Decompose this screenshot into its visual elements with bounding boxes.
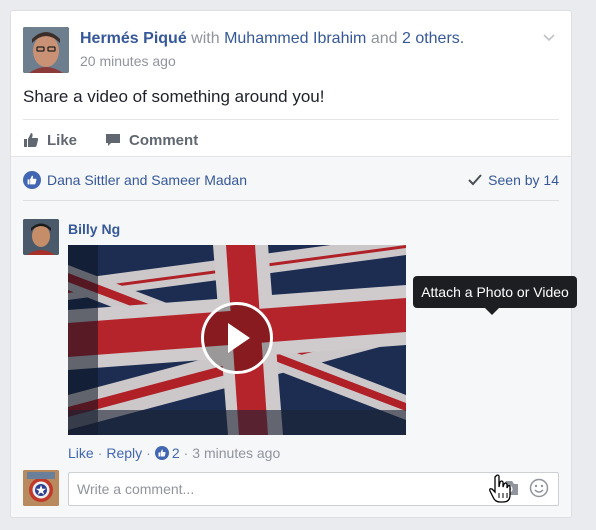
like-count-icon (154, 446, 169, 460)
comment-reply-link[interactable]: Reply (106, 445, 142, 461)
like-label: Like (47, 131, 78, 149)
comment-like-count[interactable]: 2 (172, 445, 180, 461)
commenter-avatar[interactable] (23, 219, 59, 255)
emoji-icon[interactable] (529, 478, 549, 498)
divider (23, 200, 559, 201)
author-avatar[interactable] (23, 27, 69, 73)
reaction-names[interactable]: Dana Sittler and Sameer Madan (47, 172, 247, 188)
reactions-bar: Dana Sittler and Sameer Madan Seen by 14 (23, 169, 559, 191)
chevron-down-icon[interactable] (541, 29, 557, 45)
comment-composer (23, 470, 559, 506)
hand-cursor-icon (489, 474, 511, 503)
comments-section: Dana Sittler and Sameer Madan Seen by 14… (11, 156, 571, 517)
comment-button[interactable]: Comment (105, 132, 198, 149)
with-text: with (191, 30, 220, 47)
comment-icon (106, 134, 121, 146)
seen-count: Seen by 14 (488, 172, 559, 188)
current-user-avatar (23, 470, 59, 506)
author-name[interactable]: Hermés Piqué (80, 30, 187, 47)
play-icon[interactable] (201, 302, 273, 374)
like-reaction-icon (23, 171, 41, 189)
comment-actions: Like · Reply · 2 · 3 minutes ago (68, 445, 280, 461)
and-text: and (370, 30, 398, 47)
tooltip-arrow (485, 308, 499, 315)
post-text: Share a video of something around you! (23, 87, 325, 106)
comment-input[interactable] (68, 472, 559, 506)
checkmark-icon (468, 174, 482, 186)
separator-dot: · (146, 445, 151, 461)
separator-dot: · (97, 445, 103, 461)
tagged-friend[interactable]: Muhammed Ibrahim (224, 30, 366, 47)
post-actions: Like Comment (23, 127, 226, 153)
divider (23, 119, 559, 120)
post-header: Hermés Piqué with Muhammed Ibrahim and 2… (23, 25, 559, 75)
attach-tooltip: Attach a Photo or Video (413, 276, 577, 308)
comment-label: Comment (129, 131, 199, 149)
separator-dot: · (183, 445, 189, 461)
tagged-others-link[interactable]: 2 others. (402, 30, 464, 47)
seen-by[interactable]: Seen by 14 (468, 172, 559, 188)
commenter-name[interactable]: Billy Ng (68, 221, 120, 237)
thumbs-up-icon (24, 133, 39, 147)
video-attachment[interactable] (68, 245, 406, 435)
post-byline: Hermés Piqué with Muhammed Ibrahim and 2… (80, 30, 464, 48)
like-button[interactable]: Like (23, 132, 77, 149)
comment-like-link[interactable]: Like (68, 445, 94, 461)
comment-time[interactable]: 3 minutes ago (192, 445, 280, 461)
post-timestamp[interactable]: 20 minutes ago (80, 53, 176, 69)
post-card: Hermés Piqué with Muhammed Ibrahim and 2… (10, 10, 572, 518)
